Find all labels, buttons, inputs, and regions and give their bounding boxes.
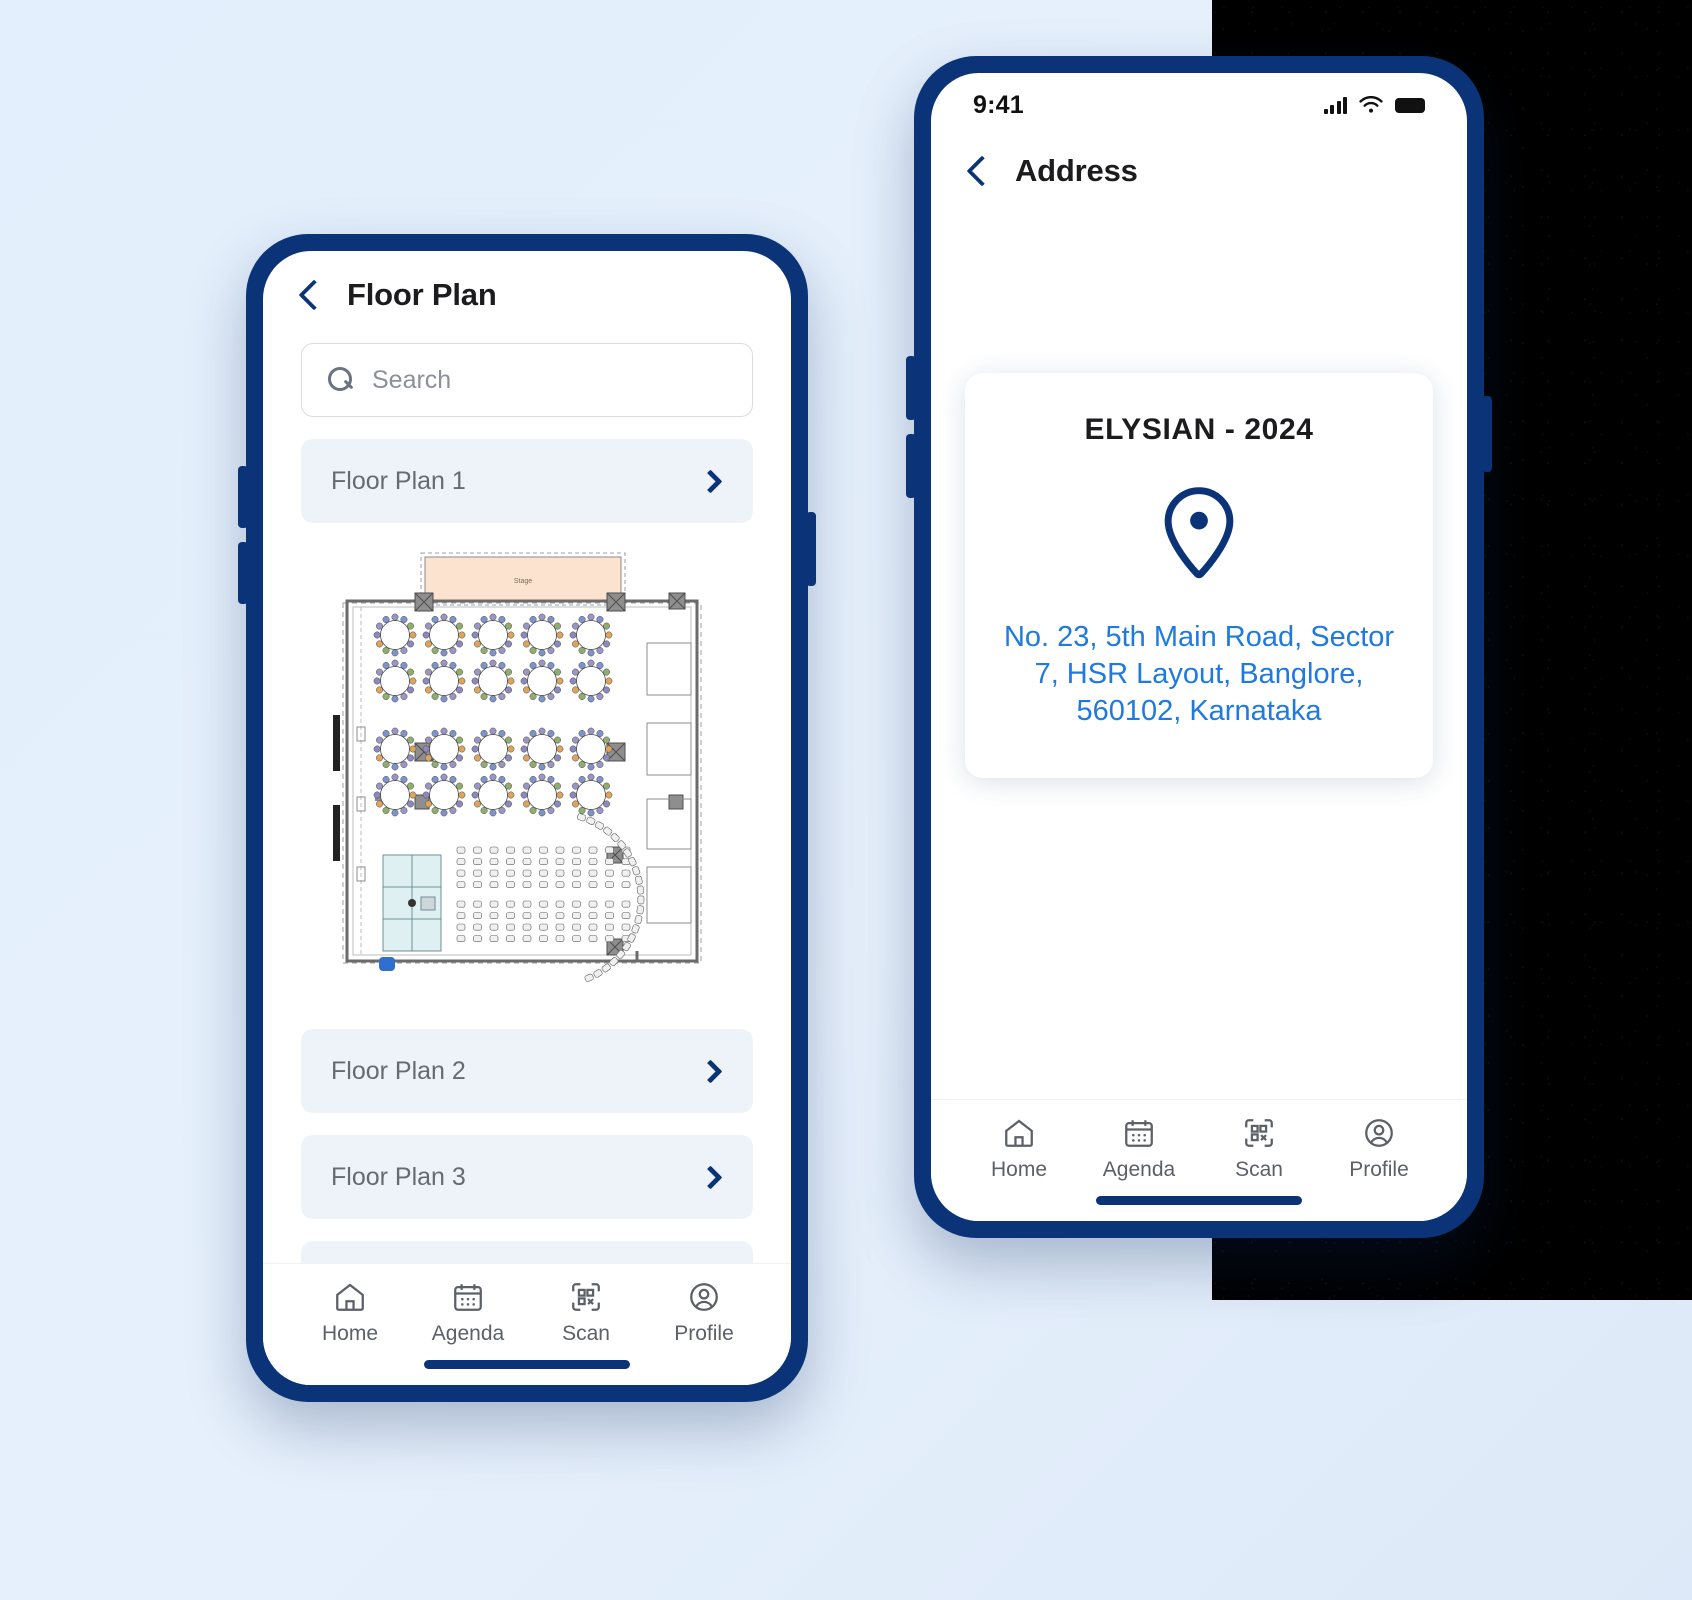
- tab-scan[interactable]: Scan: [527, 1280, 645, 1346]
- tab-agenda[interactable]: Agenda: [409, 1280, 527, 1346]
- battery-full-icon: [1395, 97, 1425, 113]
- tab-label: Home: [990, 1158, 1048, 1181]
- tab-label: Agenda: [1102, 1158, 1176, 1181]
- user-circle-icon: [690, 1283, 718, 1311]
- tab-label: Home: [321, 1322, 379, 1345]
- calendar-icon: [1125, 1120, 1153, 1147]
- volume-up-button-right[interactable]: [906, 356, 916, 420]
- floor-plan-label: Floor Plan 1: [331, 466, 466, 495]
- chevron-right-icon: [698, 1058, 723, 1084]
- phone-mockup-right: 9:41 Address ELYSIAN - 2024 No. 23, 5th …: [906, 56, 1492, 1238]
- volume-up-button-left[interactable]: [238, 466, 248, 528]
- volume-down-button-left[interactable]: [238, 542, 248, 604]
- bottom-tabbar-right: Home Agenda Scan Profile: [931, 1099, 1467, 1221]
- home-indicator[interactable]: [1096, 1196, 1302, 1205]
- floor-plan-label: Floor Plan 2: [331, 1056, 466, 1085]
- qr-scan-icon: [572, 1283, 600, 1311]
- address-content: ELYSIAN - 2024 No. 23, 5th Main Road, Se…: [931, 197, 1467, 1221]
- home-indicator[interactable]: [424, 1360, 630, 1369]
- screen-left: Floor Plan Floor Plan 1: [263, 251, 791, 1385]
- screen-right: 9:41 Address ELYSIAN - 2024 No. 23, 5th …: [931, 73, 1467, 1221]
- svg-text:Stage: Stage: [514, 578, 532, 585]
- home-icon: [336, 1283, 364, 1311]
- chevron-right-icon: [698, 468, 723, 494]
- floor-plan-label: Floor Plan 3: [331, 1162, 466, 1191]
- back-button[interactable]: [966, 155, 998, 187]
- tab-label: Profile: [1349, 1158, 1409, 1181]
- home-icon: [1005, 1119, 1033, 1147]
- address-card: ELYSIAN - 2024 No. 23, 5th Main Road, Se…: [965, 373, 1433, 779]
- tab-label: Agenda: [431, 1322, 505, 1345]
- status-bar: 9:41: [931, 73, 1467, 127]
- event-name: ELYSIAN - 2024: [1084, 413, 1314, 446]
- appbar-address: Address: [931, 127, 1467, 197]
- tab-label: Profile: [674, 1322, 734, 1345]
- search-field-container[interactable]: [301, 343, 753, 417]
- back-button[interactable]: [298, 279, 330, 311]
- status-icons: [1323, 95, 1425, 115]
- tab-profile[interactable]: Profile: [645, 1280, 763, 1346]
- qr-scan-icon: [1245, 1119, 1273, 1147]
- floor-plan-row-2[interactable]: Floor Plan 2: [301, 1029, 753, 1113]
- pin-container: [991, 483, 1407, 591]
- address-text[interactable]: No. 23, 5th Main Road, Sector 7, HSR Lay…: [991, 619, 1407, 730]
- appbar-floor-plan: Floor Plan: [263, 251, 791, 321]
- volume-down-button-right[interactable]: [906, 434, 916, 498]
- location-pin-icon: [1164, 487, 1234, 579]
- tab-agenda[interactable]: Agenda: [1079, 1116, 1199, 1182]
- tab-label: Scan: [562, 1322, 610, 1345]
- tab-scan[interactable]: Scan: [1199, 1116, 1319, 1182]
- search-icon: [328, 367, 354, 393]
- tab-home[interactable]: Home: [291, 1280, 409, 1346]
- phone-mockup-left: Floor Plan Floor Plan 1: [238, 234, 816, 1402]
- cellular-signal-icon: [1323, 96, 1347, 114]
- power-button-right[interactable]: [1482, 396, 1492, 472]
- page-title: Address: [1015, 153, 1138, 188]
- bottom-tabbar-left: Home Agenda Scan Profile: [263, 1263, 791, 1385]
- tab-profile[interactable]: Profile: [1319, 1116, 1439, 1182]
- floor-plan-svg: Stage: [333, 552, 702, 982]
- screenshot-canvas: Floor Plan Floor Plan 1: [0, 0, 1692, 1600]
- floor-plan-content: Floor Plan 1 Stage: [263, 343, 791, 1325]
- tab-label: Scan: [1235, 1158, 1283, 1181]
- floor-plan-row-3[interactable]: Floor Plan 3: [301, 1135, 753, 1219]
- tab-home[interactable]: Home: [959, 1116, 1079, 1182]
- power-button-left[interactable]: [806, 512, 816, 586]
- floor-plan-row-1[interactable]: Floor Plan 1: [301, 439, 753, 523]
- chevron-right-icon: [698, 1164, 723, 1190]
- status-time: 9:41: [973, 90, 1024, 119]
- user-circle-icon: [1365, 1119, 1393, 1147]
- page-title: Floor Plan: [347, 277, 497, 312]
- calendar-icon: [454, 1284, 482, 1311]
- floor-plan-image: Stage: [301, 547, 753, 1007]
- wifi-icon: [1359, 95, 1383, 113]
- search-input[interactable]: [372, 365, 726, 395]
